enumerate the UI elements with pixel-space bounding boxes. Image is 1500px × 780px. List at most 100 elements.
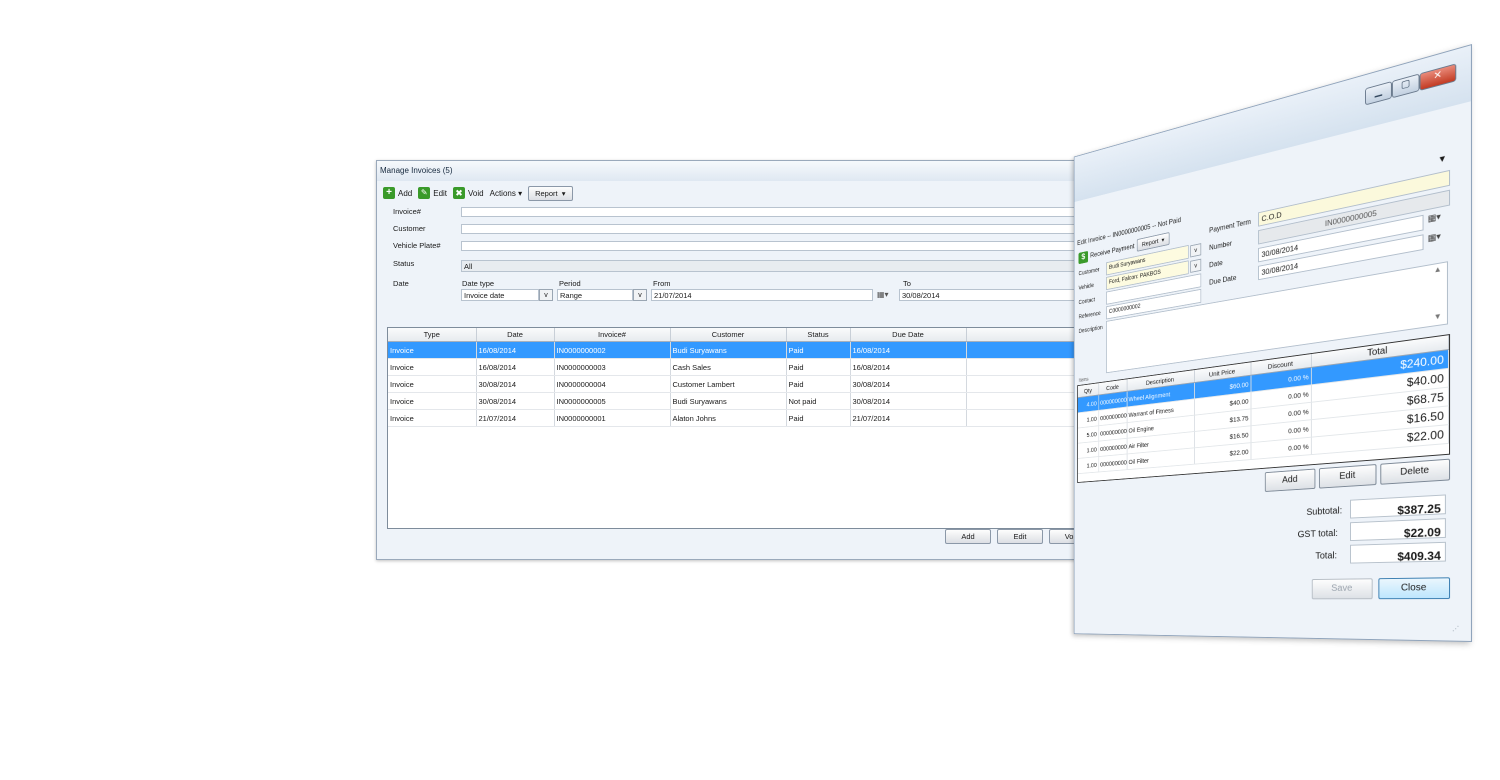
close-button[interactable]: Close [1378,577,1451,600]
cell-type: Invoice [388,375,477,393]
cell-type: Invoice [388,409,477,427]
cell-due-date: 30/08/2014 [850,375,967,393]
contact-label: Contact [1078,297,1096,306]
column-header-due-date[interactable]: Due Date [850,328,967,342]
payment-term-dropdown-icon[interactable]: ▼ [1438,153,1447,165]
cell-date: 30/08/2014 [476,392,555,410]
edit-icon[interactable]: ✎ [418,187,431,199]
vehicle-plate-label: Vehicle Plate# [393,241,441,250]
cell-invoice: IN0000000001 [554,409,671,427]
table-row[interactable]: Invoice 21/07/2014 IN0000000001 Alaton J… [388,409,1158,427]
from-calendar-icon[interactable]: ▦▾ [877,290,889,299]
void-icon[interactable]: ✖ [453,187,466,199]
cell-type: Invoice [388,392,477,410]
cell-date: 16/08/2014 [476,358,555,376]
cell-status: Paid [786,409,851,427]
date-calendar-icon[interactable]: ▦▾ [1428,211,1441,224]
table-row[interactable]: Invoice 30/08/2014 IN0000000004 Customer… [388,375,1158,393]
item-edit-button[interactable]: Edit [1318,464,1377,489]
column-header-invoice[interactable]: Invoice# [554,328,671,342]
customer-label: Customer [1078,267,1100,278]
payment-term-label: Payment Term [1209,217,1251,235]
report-dropdown[interactable]: Report ▾ [528,185,573,201]
invoice-input[interactable] [461,207,1161,217]
cell-status: Paid [786,341,851,359]
cell-status: Not paid [786,392,851,410]
date-type-select[interactable]: Invoice date [461,289,539,301]
total-value: $409.34 [1350,541,1446,564]
cell-date: 21/07/2014 [476,409,555,427]
date-label: Date [393,279,409,288]
vehicle-dropdown-button[interactable]: v [1190,258,1202,273]
invoices-grid[interactable]: Type Date Invoice# Customer Status Due D… [387,327,1159,529]
cell-date: 30/08/2014 [476,375,555,393]
column-header-customer[interactable]: Customer [670,328,787,342]
save-button[interactable]: Save [1311,578,1373,600]
from-label: From [653,279,671,288]
scroll-up-icon[interactable]: ▲ [1434,264,1442,274]
customer-dropdown-button[interactable]: v [1190,243,1202,258]
cell-customer: Budi Suryawans [670,341,787,359]
cell-invoice: IN0000000003 [554,358,671,376]
table-row[interactable]: Invoice 16/08/2014 IN0000000003 Cash Sal… [388,358,1158,376]
window-title: Manage Invoices (5) [377,161,1162,181]
cell-date: 16/08/2014 [476,341,555,359]
gst-total-label: GST total: [1297,528,1338,541]
cell-code: 0000000006 [1098,453,1127,472]
from-date-input[interactable]: 21/07/2014 [651,289,873,301]
cell-type: Invoice [388,341,477,359]
cell-due-date: 16/08/2014 [850,341,967,359]
scroll-down-icon[interactable]: ▼ [1434,312,1442,322]
status-select[interactable]: All [461,260,1161,272]
receive-payment-icon[interactable]: $ [1078,250,1089,264]
toolbar-void-button[interactable]: Void [468,189,484,198]
due-date-label: Due Date [1209,273,1237,287]
cell-invoice: IN0000000002 [554,341,671,359]
vehicle-plate-input[interactable] [461,241,1161,251]
column-header-type[interactable]: Type [388,328,477,342]
cell-due-date: 16/08/2014 [850,358,967,376]
cell-status: Paid [786,358,851,376]
toolbar-add-button[interactable]: Add [398,189,412,198]
column-header-date[interactable]: Date [476,328,555,342]
add-button[interactable]: Add [945,529,991,544]
cell-type: Invoice [388,358,477,376]
cell-status: Paid [786,375,851,393]
status-label: Status [393,259,415,268]
grid-header-row: Type Date Invoice# Customer Status Due D… [388,328,1158,342]
toolbar-edit-button[interactable]: Edit [433,189,447,198]
date-type-label: Date type [462,279,495,288]
cell-due-date: 21/07/2014 [850,409,967,427]
item-delete-button[interactable]: Delete [1380,458,1451,485]
description-label: Description [1078,324,1103,335]
period-label: Period [559,279,581,288]
period-dropdown-button[interactable]: v [633,289,647,301]
resize-grip-icon[interactable]: ⋰ [1452,625,1459,633]
total-label: Total: [1315,550,1338,562]
table-row[interactable]: Invoice 30/08/2014 IN0000000005 Budi Sur… [388,392,1158,410]
vehicle-label: Vehicle [1078,282,1094,292]
item-add-button[interactable]: Add [1264,468,1316,492]
column-header-status[interactable]: Status [786,328,851,342]
gst-total-value: $22.09 [1350,518,1446,542]
actions-menu[interactable]: Actions ▾ [490,189,522,198]
number-label: Number [1209,239,1233,252]
cell-customer: Budi Suryawans [670,392,787,410]
due-date-calendar-icon[interactable]: ▦▾ [1428,231,1441,244]
date-type-dropdown-button[interactable]: v [539,289,553,301]
date-label: Date [1209,258,1223,270]
items-label: Items [1078,377,1089,384]
period-select[interactable]: Range [557,289,633,301]
cell-due-date: 30/08/2014 [850,392,967,410]
cell-invoice: IN0000000005 [554,392,671,410]
add-icon[interactable]: + [383,187,395,199]
subtotal-label: Subtotal: [1306,505,1343,518]
edit-invoice-window: ▁ ▢ ✕ Edit Invoice -- IN0000000005 -- No… [1073,44,1472,642]
customer-label: Customer [393,224,426,233]
manage-invoices-window: Manage Invoices (5) + Add ✎ Edit ✖ Void … [376,160,1163,560]
edit-button[interactable]: Edit [997,529,1043,544]
customer-input[interactable] [461,224,1161,234]
table-row[interactable]: Invoice 16/08/2014 IN0000000002 Budi Sur… [388,341,1158,359]
invoice-label: Invoice# [393,207,421,216]
cell-qty: 1.00 [1077,456,1099,474]
